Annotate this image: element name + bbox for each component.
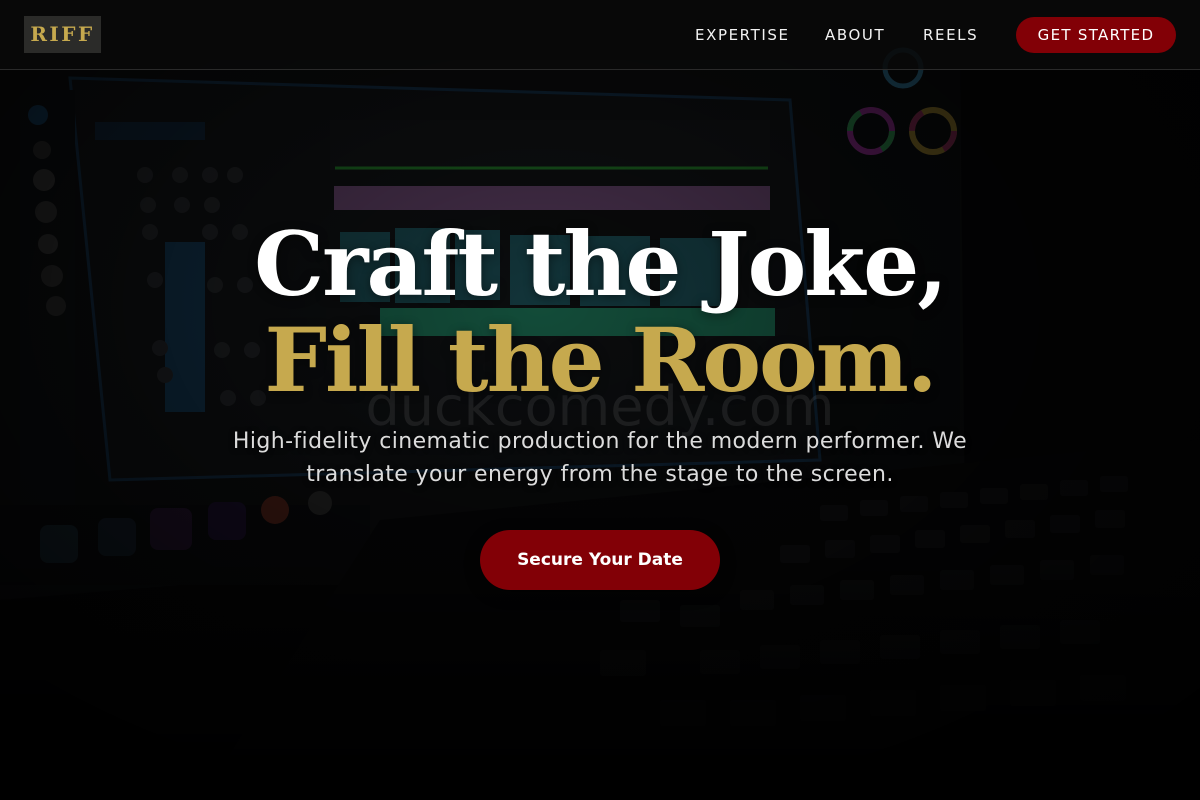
nav-link-about[interactable]: ABOUT bbox=[825, 24, 885, 46]
riff-logo[interactable]: RIFF bbox=[24, 16, 101, 53]
nav-link-expertise[interactable]: EXPERTISE bbox=[695, 24, 790, 46]
landing-page: duckcomedy.com RIFF EXPERTISE ABOUT REEL… bbox=[0, 0, 1200, 800]
hero-headline-line-2: Fill the Room. bbox=[264, 308, 938, 412]
nav-link-reels[interactable]: REELS bbox=[923, 24, 978, 46]
hero-headline-line-1: Craft the Joke, bbox=[254, 212, 948, 316]
hero-subtitle: High-fidelity cinematic production for t… bbox=[232, 429, 968, 487]
secure-your-date-button[interactable]: Secure Your Date bbox=[480, 530, 720, 590]
top-navbar: RIFF EXPERTISE ABOUT REELS GET STARTED bbox=[0, 0, 1200, 70]
get-started-button[interactable]: GET STARTED bbox=[1016, 17, 1176, 53]
